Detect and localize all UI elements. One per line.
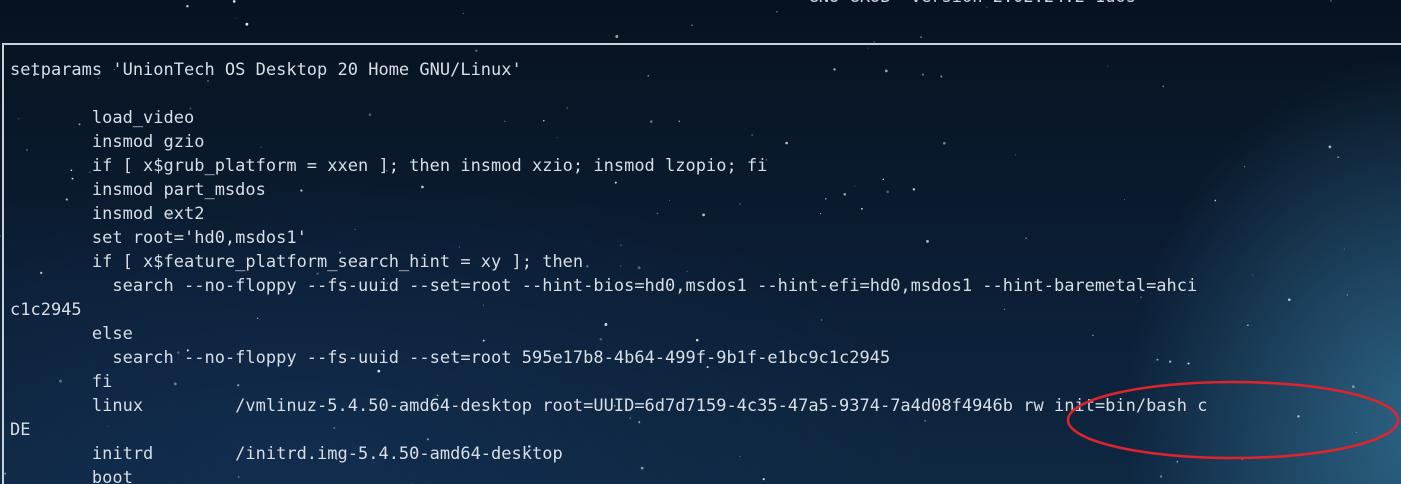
- editor-line: initrd /initrd.img-5.4.50-amd64-desktop: [10, 444, 563, 464]
- editor-line: set root='hd0,msdos1': [10, 228, 307, 248]
- editor-line: else: [10, 324, 133, 344]
- editor-line: if [ x$feature_platform_search_hint = xy…: [10, 252, 584, 272]
- editor-line: if [ x$grub_platform = xxen ]; then insm…: [10, 156, 768, 176]
- editor-line: insmod ext2: [10, 204, 205, 224]
- editor-line: search --no-floppy --fs-uuid --set=root …: [10, 276, 1198, 296]
- editor-line: DE: [10, 420, 31, 440]
- editor-line: load_video: [10, 108, 195, 128]
- editor-line: [10, 82, 1401, 106]
- editor-line: setparams 'UnionTech OS Desktop 20 Home …: [10, 60, 522, 80]
- grub-editor-text-area[interactable]: setparams 'UnionTech OS Desktop 20 Home …: [10, 58, 1401, 484]
- editor-line: insmod part_msdos: [10, 180, 266, 200]
- editor-line: boot: [10, 468, 133, 484]
- editor-line: search --no-floppy --fs-uuid --set=root …: [10, 348, 891, 368]
- editor-line: insmod gzio: [10, 132, 205, 152]
- editor-line: c1c2945: [10, 300, 82, 320]
- editor-line: fi: [10, 372, 113, 392]
- grub-version-header: GNU GRUB version 2.02.24.2 1uos: [0, 0, 1401, 8]
- editor-line: linux /vmlinuz-5.4.50-amd64-desktop root…: [10, 396, 1208, 416]
